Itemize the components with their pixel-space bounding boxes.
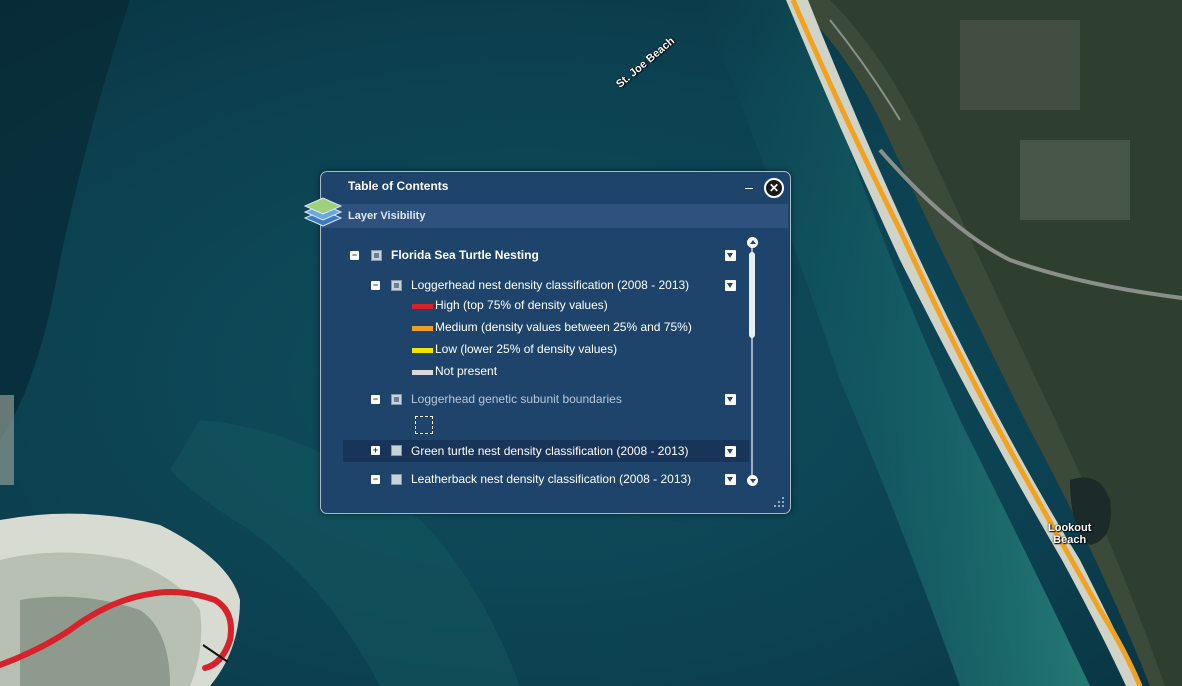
layer-row[interactable]: + Green turtle nest density classificati…: [343, 440, 749, 462]
map-label-lookout-line1: Lookout: [1048, 522, 1092, 534]
layer-group-label: Florida Sea Turtle Nesting: [391, 248, 539, 262]
minimize-icon[interactable]: –: [743, 180, 755, 194]
layer-row[interactable]: − Leatherback nest density classificatio…: [321, 470, 751, 492]
collapse-icon[interactable]: −: [350, 251, 359, 260]
layer-group-checkbox[interactable]: [371, 250, 382, 261]
close-icon[interactable]: ✕: [764, 178, 784, 198]
layer-checkbox[interactable]: [391, 445, 402, 456]
layer-label: Loggerhead genetic subunit boundaries: [411, 392, 622, 406]
menu-arrow-icon[interactable]: [725, 474, 736, 485]
map-label-lookout-beach: Lookout Beach: [1048, 522, 1091, 546]
layer-label: Leatherback nest density classification …: [411, 472, 692, 486]
menu-arrow-icon[interactable]: [725, 250, 736, 261]
layer-checkbox[interactable]: [391, 474, 402, 485]
boundary-legend-swatch: [415, 416, 433, 434]
map-label-lookout-line2: Beach: [1053, 534, 1087, 546]
legend-label: Low (lower 25% of density values): [435, 342, 618, 356]
layer-checkbox[interactable]: [391, 394, 402, 405]
scrollbar-thumb[interactable]: [749, 252, 755, 338]
layer-row[interactable]: − Loggerhead genetic subunit boundaries: [321, 390, 751, 412]
legend-swatch: [412, 370, 433, 375]
legend-label: Medium (density values between 25% and 7…: [435, 320, 692, 334]
legend-swatch: [412, 348, 433, 353]
legend-label: Not present: [435, 364, 498, 378]
layer-label: Green turtle nest density classification…: [411, 444, 689, 458]
table-of-contents-panel[interactable]: Table of Contents – ✕ Layer Visibility −…: [303, 171, 791, 514]
legend-label: High (top 75% of density values): [435, 298, 608, 312]
layer-group-row[interactable]: − Florida Sea Turtle Nesting: [321, 246, 751, 268]
layer-checkbox[interactable]: [391, 280, 402, 291]
layers-icon: [303, 197, 343, 227]
legend-swatch: [412, 326, 433, 331]
legend-swatch: [412, 304, 433, 309]
menu-arrow-icon[interactable]: [725, 394, 736, 405]
menu-arrow-icon[interactable]: [725, 280, 736, 291]
collapse-icon[interactable]: −: [371, 281, 380, 290]
layer-row[interactable]: − Loggerhead nest density classification…: [321, 276, 751, 298]
toc-title: Table of Contents: [348, 179, 449, 193]
collapse-icon[interactable]: −: [371, 475, 380, 484]
menu-arrow-icon[interactable]: [725, 446, 736, 457]
layer-label: Loggerhead nest density classification (…: [411, 278, 690, 292]
scroll-up-icon[interactable]: [747, 237, 758, 248]
layer-visibility-title: Layer Visibility: [348, 210, 426, 222]
resize-grip-icon[interactable]: [773, 496, 785, 508]
scroll-down-icon[interactable]: [747, 475, 758, 486]
collapse-icon[interactable]: −: [371, 395, 380, 404]
expand-icon[interactable]: +: [371, 446, 380, 455]
